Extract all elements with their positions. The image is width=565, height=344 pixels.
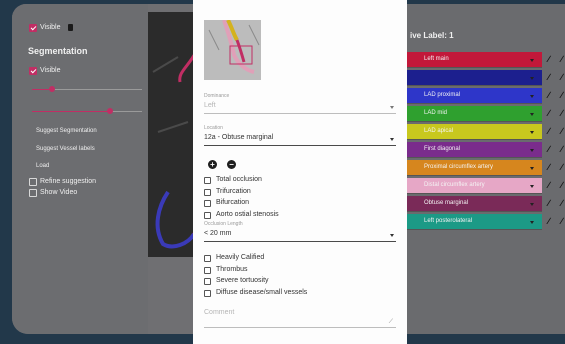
suggest-segmentation-button[interactable]: Suggest Segmentation — [36, 128, 97, 134]
option-checkbox[interactable] — [204, 211, 211, 219]
refine-suggestion-label: Refine suggestion — [40, 178, 97, 185]
pencil-icon[interactable]: ∕ — [561, 162, 563, 172]
pencil-icon[interactable]: ∕ — [561, 54, 563, 64]
label-row-caret-icon — [530, 149, 534, 152]
pencil-icon[interactable]: ∕ — [561, 180, 563, 190]
app-frame: Visible Segmentation Visible Suggest Seg… — [0, 0, 565, 344]
label-row-caret-icon — [530, 113, 534, 116]
option-checkbox-label: Heavily Calified — [216, 254, 265, 261]
pencil-icon[interactable]: ∕ — [561, 72, 563, 82]
add-button-icon[interactable]: + — [208, 160, 217, 169]
pencil-icon[interactable]: ∕ — [548, 144, 550, 154]
visible-checkbox-top[interactable] — [29, 24, 37, 32]
option-checkbox-label: Total occlusion — [216, 176, 262, 183]
pencil-icon[interactable]: ∕ — [561, 216, 563, 226]
slider-2-thumb[interactable] — [107, 108, 113, 114]
segmentation-visible-label: Visible — [40, 67, 61, 74]
label-row-text: LAD mid — [424, 110, 448, 116]
label-row-text: First diagonal — [424, 146, 461, 152]
stenosis-modal: Dominance Left Location 12a - Obtuse mar… — [193, 0, 407, 344]
suggest-vessel-labels-button[interactable]: Suggest Vessel labels — [36, 146, 95, 152]
active-label-title: ive Label: 1 — [410, 31, 454, 40]
pencil-icon[interactable]: ∕ — [561, 144, 563, 154]
option-checkbox[interactable] — [204, 278, 211, 285]
label-row-text: LAD proximal — [424, 92, 461, 98]
pencil-icon[interactable]: ∕ — [548, 72, 550, 82]
option-checkbox-label: Trifurcation — [216, 187, 251, 195]
option-checkbox[interactable] — [204, 188, 211, 196]
label-row-caret-icon — [530, 95, 534, 98]
resize-handle-icon[interactable]: ⟋ — [389, 319, 393, 326]
sidebar: Visible Segmentation Visible Suggest Seg… — [12, 4, 148, 334]
pencil-icon[interactable]: ∕ — [548, 180, 550, 190]
occlusion-length-label: Occlusion Length — [204, 221, 243, 227]
pencil-icon[interactable]: ∕ — [548, 216, 550, 226]
visible-top-label: Visible — [40, 24, 61, 31]
location-caret-icon — [390, 138, 394, 141]
label-row-caret-icon — [530, 167, 534, 170]
label-row-caret-icon — [530, 131, 534, 134]
label-row-text: LAD apical — [424, 128, 454, 134]
pencil-icon[interactable]: ∕ — [561, 108, 563, 118]
label-row-caret-icon — [530, 77, 534, 80]
remove-button-icon[interactable]: − — [227, 160, 236, 169]
label-row-caret-icon — [530, 59, 534, 62]
pencil-icon[interactable]: ∕ — [548, 198, 550, 208]
option-checkbox-label: Bifurcation — [216, 199, 250, 206]
label-row-text: Distal circumflex artery — [424, 182, 485, 188]
dominance-label: Dominance — [204, 93, 230, 99]
option-checkbox[interactable] — [204, 255, 211, 262]
option-checkbox-label: Diffuse disease/small vessels — [216, 288, 308, 296]
occlusion-length-value: < 20 mm — [204, 230, 232, 237]
pencil-icon[interactable]: ∕ — [548, 90, 550, 100]
slider-1-thumb[interactable] — [49, 86, 55, 92]
location-value: 12a - Obtuse marginal — [204, 134, 274, 141]
label-row-caret-icon — [530, 203, 534, 206]
label-row-caret-icon — [530, 221, 534, 224]
comment-placeholder: Comment — [204, 309, 235, 316]
thumbnail-image — [204, 20, 261, 80]
show-video-label: Show Video — [40, 189, 78, 196]
pencil-icon[interactable]: ∕ — [548, 126, 550, 136]
segmentation-visible-checkbox[interactable] — [29, 67, 37, 75]
pencil-icon[interactable]: ∕ — [548, 108, 550, 118]
option-checkbox-label: Thrombus — [216, 265, 248, 273]
show-video-checkbox[interactable] — [29, 189, 37, 197]
dominance-value: Left — [204, 102, 216, 109]
dominance-caret-icon — [390, 106, 394, 109]
option-checkbox-label: Aorto ostial stenosis — [216, 210, 279, 218]
option-checkbox[interactable] — [204, 200, 211, 207]
label-row-text: Left posterolateral — [424, 218, 473, 224]
pencil-icon[interactable]: ∕ — [561, 90, 563, 100]
pencil-icon[interactable]: ∕ — [548, 162, 550, 172]
label-row-caret-icon — [530, 185, 534, 188]
option-checkbox[interactable] — [204, 289, 211, 297]
segmentation-title: Segmentation — [28, 46, 88, 56]
refine-suggestion-checkbox[interactable] — [29, 178, 37, 186]
label-row-text: Proximal circumflex artery — [424, 164, 494, 170]
occlusion-caret-icon — [390, 234, 394, 237]
trash-icon[interactable] — [68, 24, 73, 31]
option-checkbox[interactable] — [204, 266, 211, 274]
pencil-icon[interactable]: ∕ — [548, 54, 550, 64]
option-checkbox[interactable] — [204, 177, 211, 184]
location-label: Location — [204, 125, 223, 131]
load-button[interactable]: Load — [36, 163, 49, 169]
label-row-text: Left main — [424, 56, 449, 62]
label-panel: ive Label: 1 Left main ∕ ∕ ∕ ∕ LAD proximal ∕ ∕… — [380, 4, 565, 334]
pencil-icon[interactable]: ∕ — [561, 126, 563, 136]
option-checkbox-label: Severe tortuosity — [216, 277, 269, 284]
pencil-icon[interactable]: ∕ — [561, 198, 563, 208]
thumbnail-vessels — [208, 20, 260, 74]
label-row-text: Obtuse marginal — [424, 200, 469, 206]
